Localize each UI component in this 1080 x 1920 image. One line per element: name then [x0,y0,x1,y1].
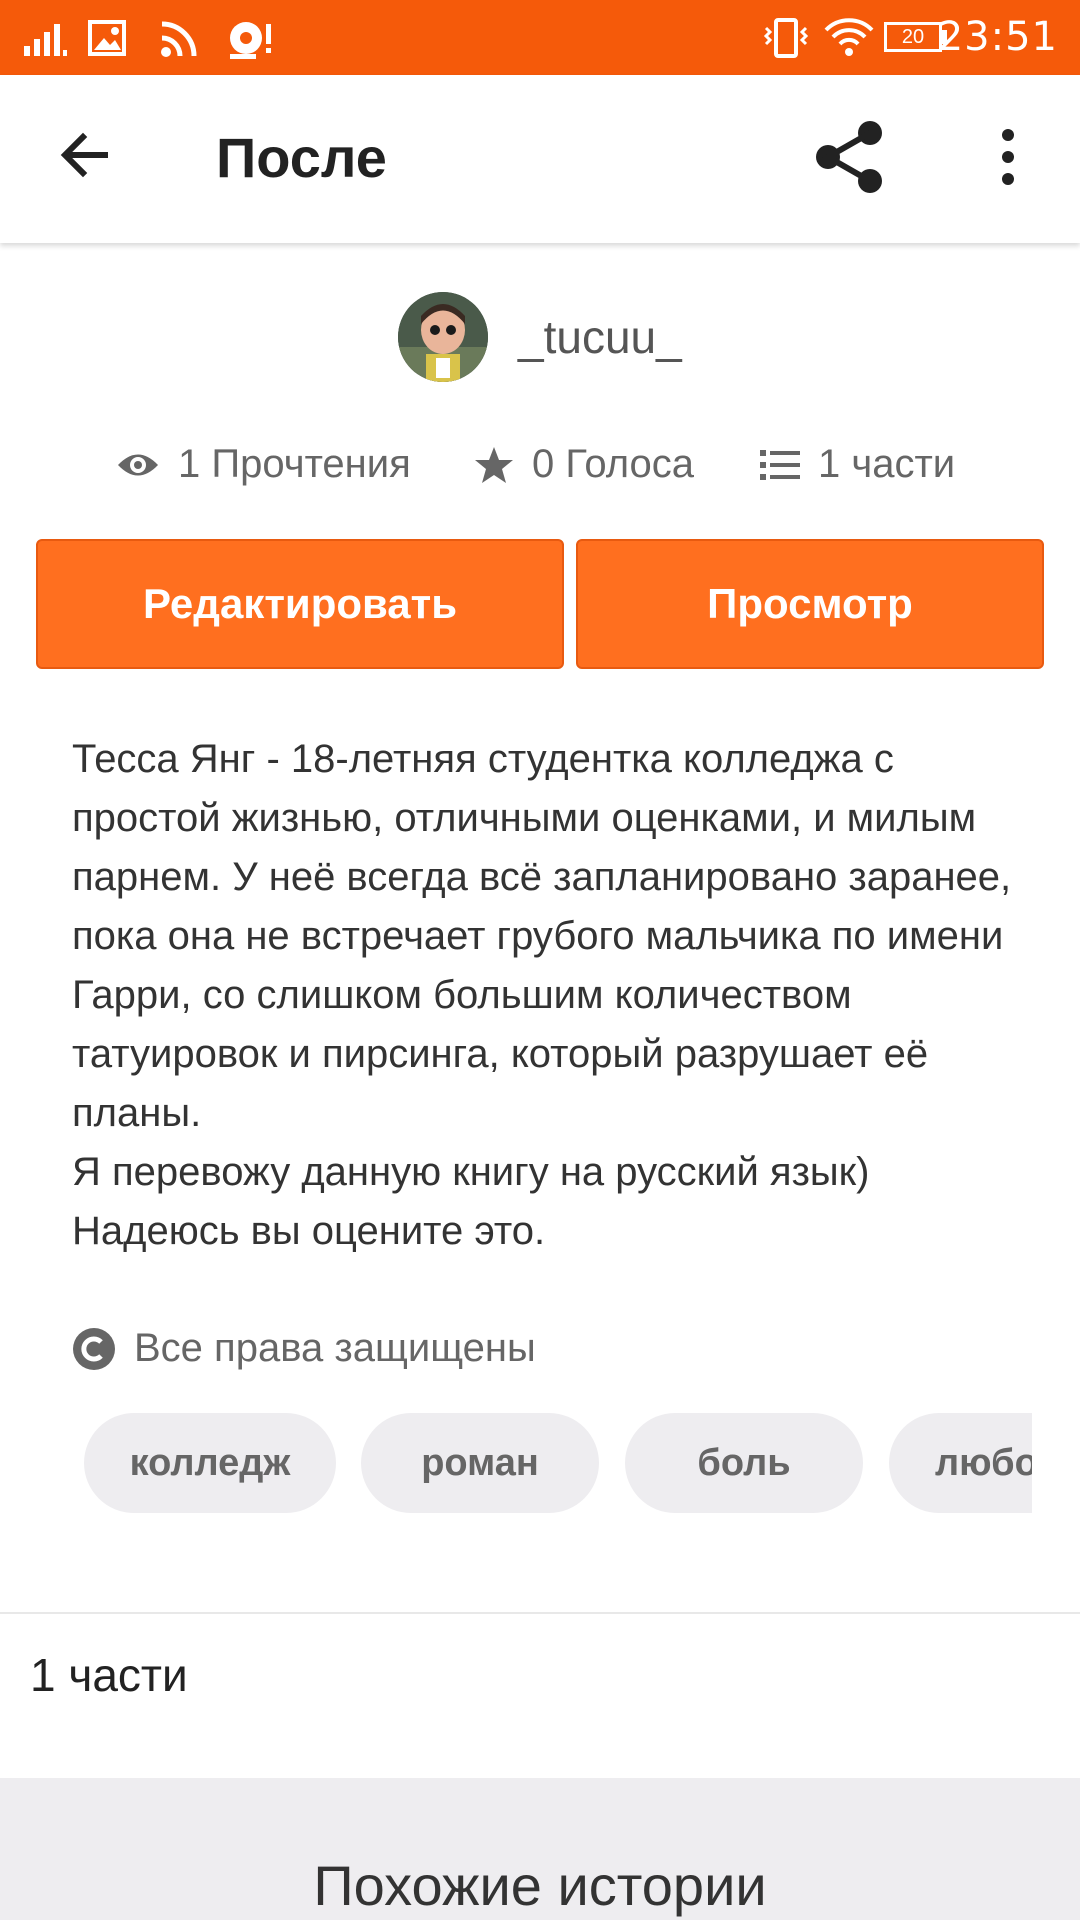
reads-count: 1 Прочтения [178,442,411,486]
votes-stat: 0 Голоса [474,442,694,487]
app-bar: После [0,75,1080,243]
edit-button[interactable]: Редактировать [36,539,564,669]
list-icon [760,449,800,480]
description-paragraph: Надеюсь вы оцените это. [72,1209,546,1253]
podcast-icon [230,22,271,59]
image-icon [88,20,126,56]
tag-chip[interactable]: колледж [84,1413,336,1513]
star-icon [475,446,513,483]
wifi-icon [824,18,874,56]
status-bar: 20 23:51 [0,0,1080,75]
back-arrow-icon[interactable] [55,125,115,185]
tag-chip[interactable]: роман [361,1413,599,1513]
copyright-icon [73,1327,115,1370]
preview-button[interactable]: Просмотр [576,539,1044,669]
status-time: 23:51 [937,14,1058,60]
parts-section-label[interactable]: 1 части [30,1648,188,1702]
parts-stat: 1 части [760,442,955,487]
share-icon[interactable] [812,119,888,195]
avatar[interactable] [398,292,488,382]
vibrate-icon [763,18,809,58]
copyright-label: Все права защищены [134,1326,536,1370]
author-name[interactable]: _tucuu_ [518,310,682,364]
tag-chip[interactable]: любо [889,1413,1032,1513]
copyright-info: Все права защищены [72,1326,536,1371]
rss-icon [161,21,197,57]
description-paragraph: Тесса Янг - 18-летняя студентка колледжа… [72,737,1012,1135]
similar-stories-heading: Похожие истории [313,1854,767,1917]
more-vert-icon[interactable] [988,127,1028,187]
signal-icon [24,24,67,56]
story-stats: 1 Прочтения 0 Голоса 1 части [0,442,1080,492]
reads-stat: 1 Прочтения [116,442,411,487]
tag-chip[interactable]: боль [625,1413,863,1513]
battery-icon: 20 [884,22,942,52]
parts-count-stat: 1 части [818,442,956,486]
battery-level: 20 [901,25,925,48]
eye-icon [118,454,158,475]
similar-stories-section: Похожие истории [0,1778,1080,1920]
tag-list: колледж роман боль любо [84,1413,1032,1513]
description-paragraph: Я перевожу данную книгу на русский язык) [72,1150,870,1194]
section-divider [0,1612,1080,1614]
story-description: Тесса Янг - 18-летняя студентка колледжа… [72,730,1032,1261]
page-title: После [216,126,387,189]
votes-count: 0 Голоса [532,442,694,486]
